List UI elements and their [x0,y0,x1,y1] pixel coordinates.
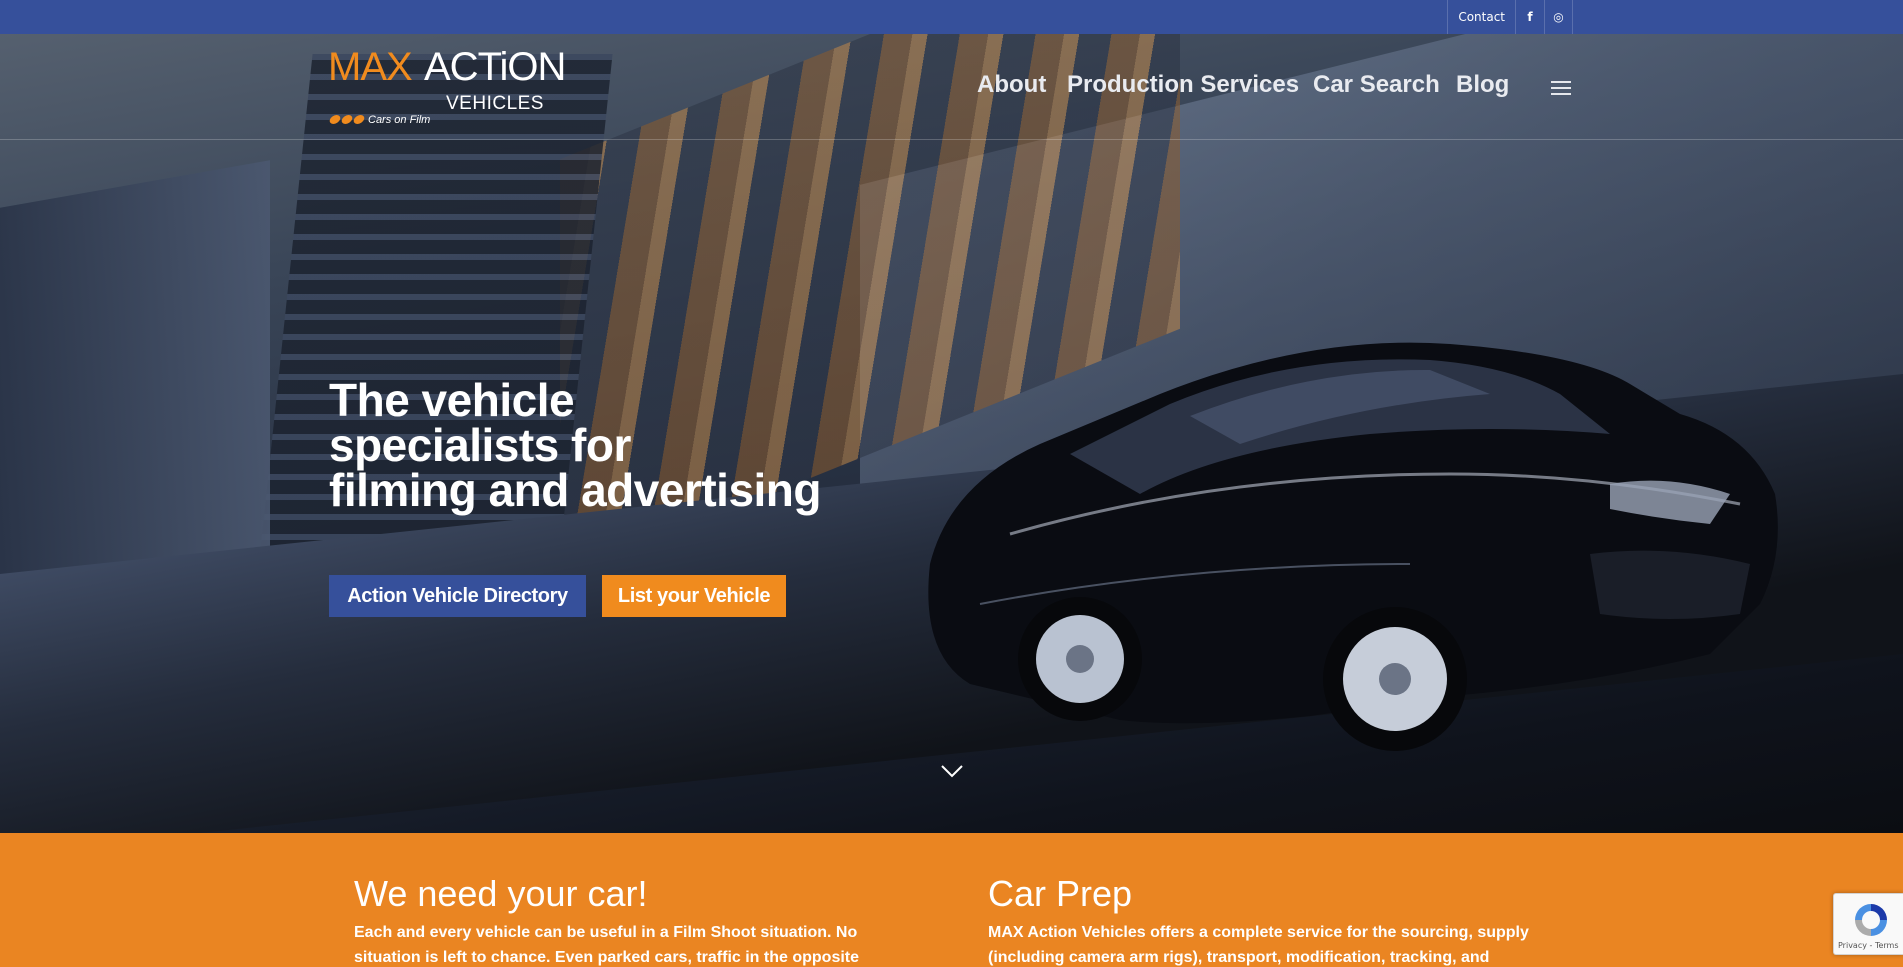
recaptcha-icon [1855,904,1887,936]
action-vehicle-directory-button[interactable]: Action Vehicle Directory [329,575,586,617]
section-text-car-prep: MAX Action Vehicles offers a complete se… [988,920,1548,967]
hamburger-menu-icon[interactable] [1551,81,1571,95]
logo-vehicles-text: VEHICLES [446,93,544,114]
chevron-down-icon[interactable] [940,764,964,778]
logo-dots-icon [328,115,366,124]
site-logo[interactable]: MAX ACTiON VEHICLES Cars on Film [328,45,566,133]
hero-section [0,34,1903,833]
top-utility-bar: Contact f ◎ [0,0,1903,34]
facebook-icon[interactable]: f [1515,0,1544,34]
section-text-line: MAX Action Vehicles offers a complete se… [988,924,1529,941]
topbar-links: Contact f ◎ [1447,0,1573,34]
header-divider [0,139,1903,140]
list-your-vehicle-button[interactable]: List your Vehicle [602,575,786,617]
nav-item-car-search[interactable]: Car Search [1313,71,1440,99]
recaptcha-privacy-terms[interactable]: Privacy - Terms [1838,941,1899,950]
recaptcha-badge[interactable]: Privacy - Terms [1833,893,1903,955]
instagram-icon[interactable]: ◎ [1544,0,1573,34]
logo-action-text: ACTiON [424,45,566,89]
section-text-line: Each and every vehicle can be useful in … [354,924,858,941]
hero-title-line: filming and advertising [329,464,822,516]
nav-item-blog[interactable]: Blog [1456,71,1509,99]
nav-item-about[interactable]: About [977,71,1046,99]
section-title-car-prep: Car Prep [988,873,1133,914]
logo-tagline: Cars on Film [368,114,431,126]
section-text-line: (including camera arm rigs), transport, … [988,949,1490,966]
nav-item-production-services[interactable]: Production Services [1067,71,1299,99]
section-text-line: situation is left to chance. Even parked… [354,949,860,966]
hero-car-image [928,342,1778,751]
section-title-we-need-your-car: We need your car! [354,873,648,914]
intro-section: We need your car! Each and every vehicle… [0,833,1903,967]
contact-link[interactable]: Contact [1447,0,1515,34]
section-text-we-need-your-car: Each and every vehicle can be useful in … [354,920,894,967]
logo-max-text: MAX [328,45,413,89]
hero-title: The vehicle specialists for filming and … [329,377,889,516]
